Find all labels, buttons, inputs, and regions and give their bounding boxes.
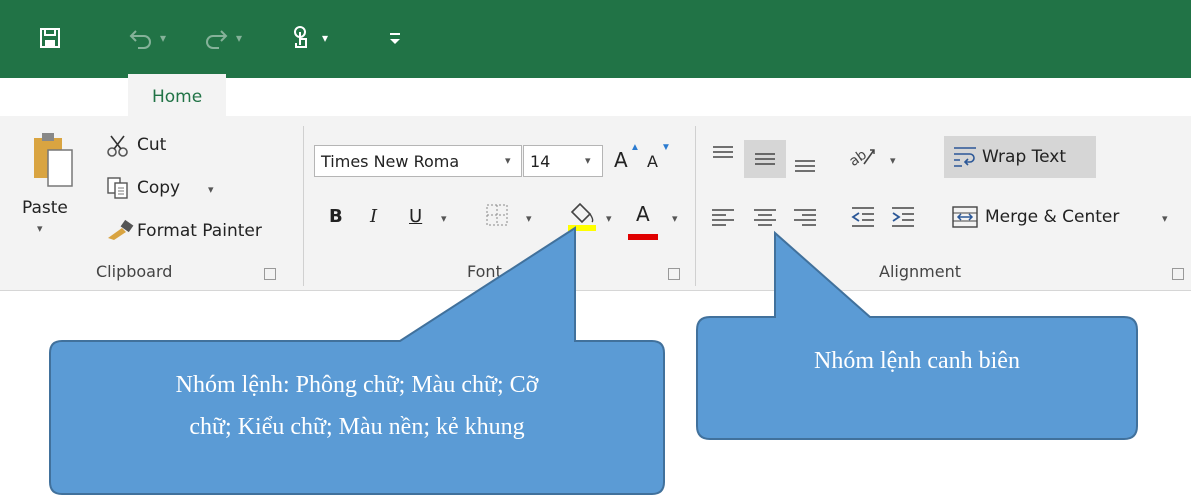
font-callout-line1: Nhóm lệnh: Phông chữ; Màu chữ; Cỡ [175, 372, 539, 398]
alignment-callout-shape [696, 230, 1138, 440]
alignment-callout-text: Nhóm lệnh canh biên [814, 348, 1020, 374]
font-callout-line2: chữ; Kiểu chữ; Màu nền; kẻ khung [189, 414, 525, 440]
font-callout-text: Nhóm lệnh: Phông chữ; Màu chữ; Cỡ chữ; K… [50, 364, 664, 448]
font-callout-shape [49, 226, 665, 495]
